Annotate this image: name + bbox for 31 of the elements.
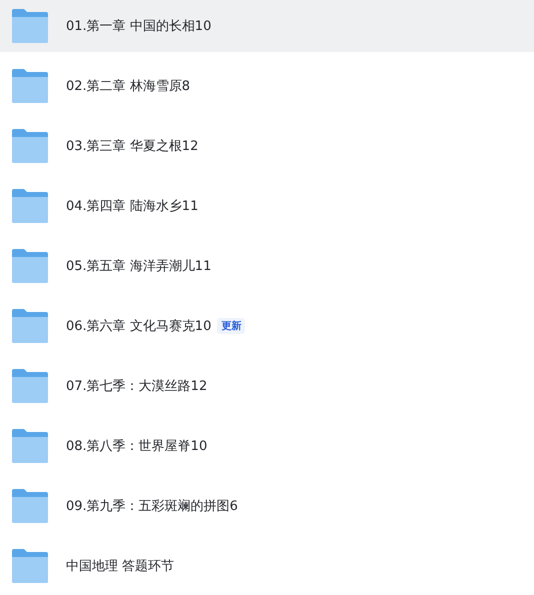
folder-name: 04.第四章 陆海水乡11 — [66, 198, 198, 215]
folder-icon — [12, 369, 48, 403]
folder-icon — [12, 249, 48, 283]
folder-icon — [12, 189, 48, 223]
folder-row[interactable]: 02.第二章 林海雪原8 — [0, 60, 534, 112]
folder-icon — [12, 489, 48, 523]
folder-name: 中国地理 答题环节 — [66, 558, 174, 575]
folder-row[interactable]: 09.第九季：五彩斑斓的拼图6 — [0, 480, 534, 532]
folder-icon — [12, 549, 48, 583]
folder-icon — [12, 69, 48, 103]
update-badge: 更新 — [217, 318, 246, 334]
folder-name: 06.第六章 文化马赛克10 — [66, 318, 212, 335]
folder-row[interactable]: 中国地理 答题环节 — [0, 540, 534, 592]
folder-row[interactable]: 05.第五章 海洋弄潮儿11 — [0, 240, 534, 292]
folder-name: 05.第五章 海洋弄潮儿11 — [66, 258, 212, 275]
folder-row[interactable]: 04.第四章 陆海水乡11 — [0, 180, 534, 232]
folder-name: 09.第九季：五彩斑斓的拼图6 — [66, 498, 238, 515]
folder-icon — [12, 429, 48, 463]
folder-icon — [12, 9, 48, 43]
folder-row[interactable]: 07.第七季：大漠丝路12 — [0, 360, 534, 412]
folder-name: 01.第一章 中国的长相10 — [66, 18, 212, 35]
folder-name: 03.第三章 华夏之根12 — [66, 138, 198, 155]
folder-icon — [12, 309, 48, 343]
folder-row[interactable]: 06.第六章 文化马赛克10 更新 — [0, 300, 534, 352]
folder-name: 07.第七季：大漠丝路12 — [66, 378, 208, 395]
folder-name: 08.第八季：世界屋脊10 — [66, 438, 208, 455]
folder-row[interactable]: 08.第八季：世界屋脊10 — [0, 420, 534, 472]
folder-name: 02.第二章 林海雪原8 — [66, 78, 190, 95]
folder-row[interactable]: 01.第一章 中国的长相10 — [0, 0, 534, 52]
folder-icon — [12, 129, 48, 163]
folder-row[interactable]: 03.第三章 华夏之根12 — [0, 120, 534, 172]
